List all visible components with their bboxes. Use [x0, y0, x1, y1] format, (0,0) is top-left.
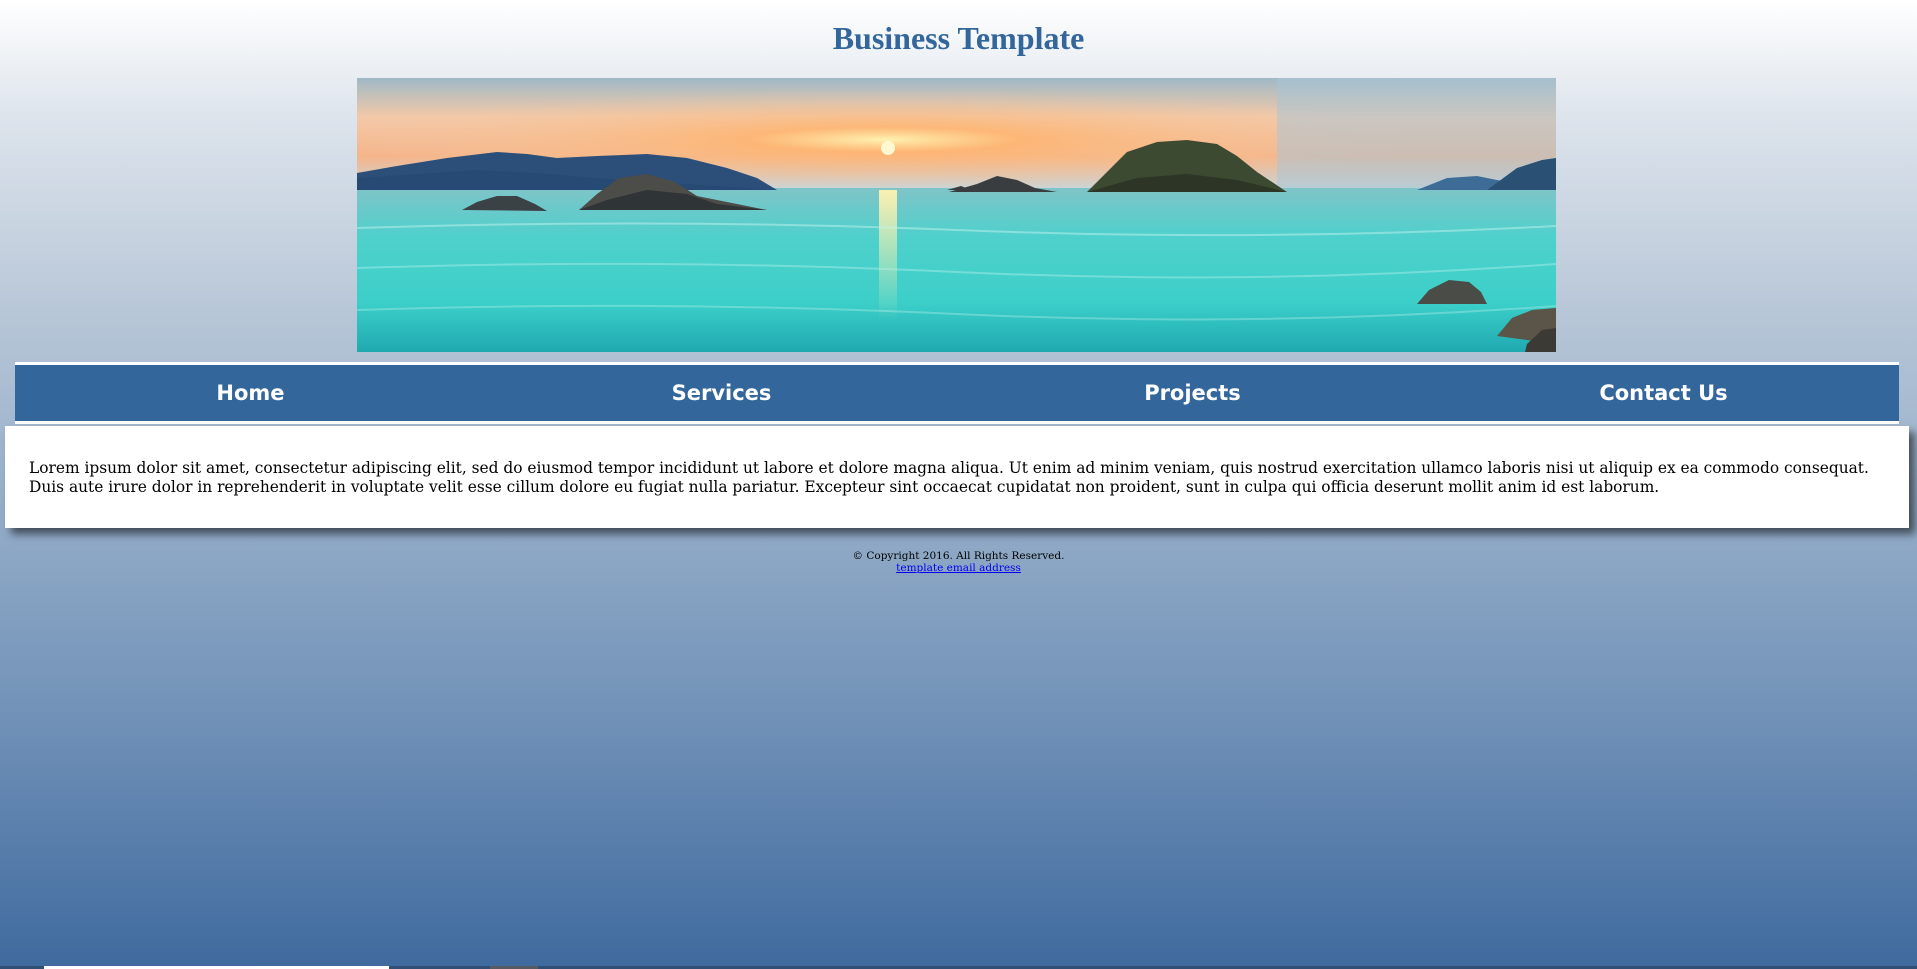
nav-item-contact-us[interactable]: Contact Us [1428, 365, 1899, 421]
site-title: Business Template [832, 20, 1085, 56]
footer: © Copyright 2016. All Rights Reserved. t… [0, 550, 1917, 574]
main-navigation: Home Services Projects Contact Us [15, 362, 1899, 424]
email-link[interactable]: template email address [896, 562, 1021, 574]
nav-item-projects[interactable]: Projects [957, 365, 1428, 421]
nav-item-home[interactable]: Home [15, 365, 486, 421]
banner-image [357, 78, 1556, 352]
content-paragraph: Lorem ipsum dolor sit amet, consectetur … [29, 459, 1869, 496]
content-panel: Lorem ipsum dolor sit amet, consectetur … [5, 426, 1909, 528]
copyright-text: © Copyright 2016. All Rights Reserved. [852, 550, 1065, 562]
nav-item-services[interactable]: Services [486, 365, 957, 421]
seascape-image [357, 78, 1556, 352]
